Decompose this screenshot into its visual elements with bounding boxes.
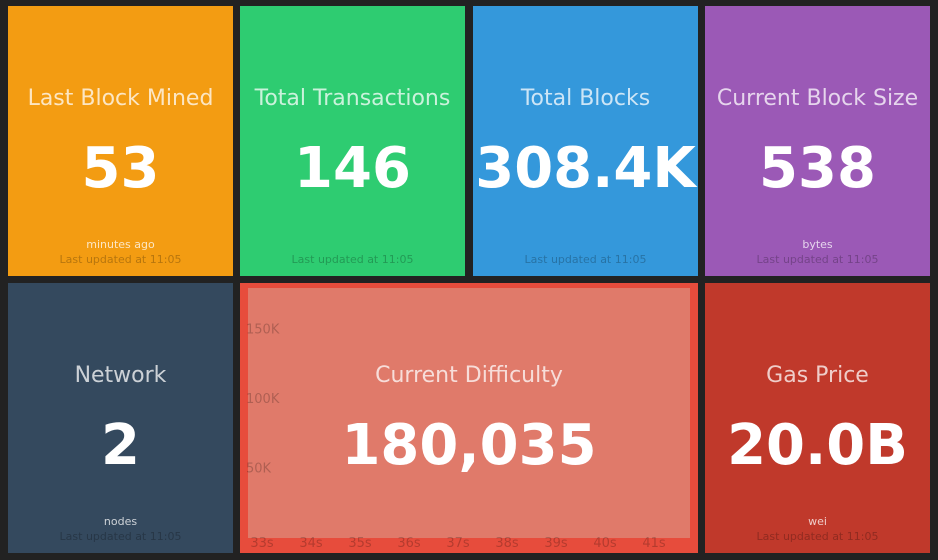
tile-more-info: wei bbox=[808, 515, 827, 528]
tile-value: 180,035 bbox=[341, 413, 597, 478]
tile-title: Total Blocks bbox=[520, 86, 651, 111]
tile-value: 53 bbox=[81, 136, 160, 201]
tile-value: 538 bbox=[759, 136, 876, 201]
last-block-mined-tile: Last Block Mined 53 minutes ago Last upd… bbox=[8, 6, 233, 276]
tile-title: Last Block Mined bbox=[27, 86, 214, 111]
tile-more-info: nodes bbox=[103, 515, 138, 528]
current-difficulty-tile: 150K100K50K33s34s35s36s37s38s39s40s41s4 … bbox=[240, 283, 698, 553]
x-tick-label: 33s bbox=[250, 536, 274, 551]
tile-more-info: minutes ago bbox=[86, 238, 155, 251]
tile-updated-at: Last updated at 11:05 bbox=[756, 530, 879, 543]
tile-updated-at: Last updated at 11:05 bbox=[59, 253, 182, 266]
total-blocks-tile: Total Blocks 308.4K Last updated at 11:0… bbox=[473, 6, 698, 276]
x-tick-label: 37s bbox=[446, 536, 470, 551]
gas-price-tile: Gas Price 20.0B wei Last updated at 11:0… bbox=[705, 283, 930, 553]
tile-title: Network bbox=[74, 363, 167, 388]
tile-title: Gas Price bbox=[766, 363, 869, 388]
x-tick-label: 36s bbox=[397, 536, 421, 551]
x-tick-label: 38s bbox=[495, 536, 519, 551]
x-tick-label: 35s bbox=[348, 536, 372, 551]
tile-updated-at: Last updated at 11:05 bbox=[524, 253, 647, 266]
tile-updated-at: Last updated at 11:05 bbox=[756, 253, 879, 266]
network-tile: Network 2 nodes Last updated at 11:05 bbox=[8, 283, 233, 553]
current-block-size-tile: Current Block Size 538 bytes Last update… bbox=[705, 6, 930, 276]
tile-more-info: bytes bbox=[802, 238, 833, 251]
y-tick-label: 100K bbox=[246, 392, 280, 407]
tile-updated-at: Last updated at 11:05 bbox=[59, 530, 182, 543]
tile-title: Current Block Size bbox=[716, 86, 919, 111]
tile-value: 2 bbox=[101, 413, 140, 478]
y-tick-label: 150K bbox=[246, 323, 280, 338]
x-tick-label: 39s bbox=[544, 536, 568, 551]
tile-title: Total Transactions bbox=[254, 86, 451, 111]
x-tick-label: 34s bbox=[299, 536, 323, 551]
tile-value: 308.4K bbox=[475, 136, 696, 201]
tile-updated-at: Last updated at 11:05 bbox=[291, 253, 414, 266]
tile-value: 20.0B bbox=[727, 413, 908, 478]
tile-title: Current Difficulty bbox=[375, 363, 563, 388]
x-tick-label: 41s bbox=[642, 536, 666, 551]
total-transactions-tile: Total Transactions 146 Last updated at 1… bbox=[240, 6, 465, 276]
x-tick-label: 40s bbox=[593, 536, 617, 551]
tile-value: 146 bbox=[294, 136, 411, 201]
